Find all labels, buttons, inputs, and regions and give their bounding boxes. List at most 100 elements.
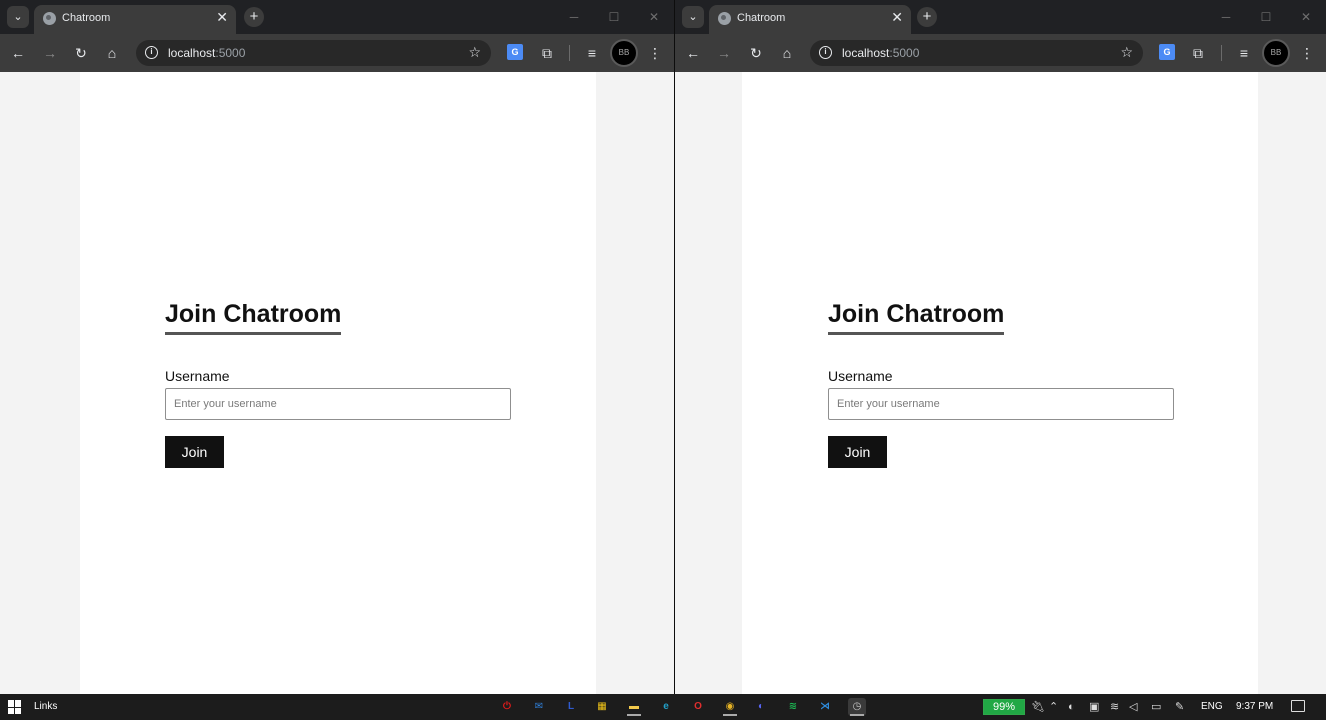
username-input[interactable] — [165, 388, 511, 420]
profile-avatar[interactable]: BB — [610, 39, 638, 67]
site-info-icon[interactable]: i — [819, 46, 832, 59]
join-button[interactable]: Join — [828, 436, 887, 468]
url-text[interactable]: localhost:5000 — [842, 46, 919, 60]
battery-icon[interactable]: ▭ — [1151, 699, 1161, 715]
username-input[interactable] — [828, 388, 1174, 420]
translate-icon[interactable]: G — [1159, 44, 1175, 60]
kebab-menu-icon[interactable]: ⋮ — [645, 43, 665, 63]
site-info-icon[interactable]: i — [145, 46, 158, 59]
home-icon[interactable]: ⌂ — [102, 43, 122, 63]
taskbar: Links ⏻ ✉ L ▦ ▬ e O ◉ ◐ ≋ ⋊ ◷ 99% 🔌︎ ⌃ ◐ ▣ ≋ ◁︎ ▭ ✎… — [0, 694, 1326, 720]
bookmark-star-icon[interactable]: ☆ — [468, 44, 481, 61]
favicon-globe-icon — [718, 12, 731, 25]
tab-chatroom[interactable]: Chatroom ✕ — [34, 5, 236, 34]
browser-window-left: ⌄ Chatroom ✕ + ─ ☐ ✕ ← → ↻ ⌂ i localhost… — [0, 0, 674, 694]
toolbar: ← → ↻ ⌂ i localhost:5000 ☆ G ⧉ ≡ BB ⋮ — [675, 34, 1326, 72]
window-controls: ─ ☐ ✕ — [554, 0, 674, 34]
mail-app-icon[interactable]: ✉ — [530, 698, 548, 716]
discord-icon[interactable]: ◐ — [752, 698, 770, 716]
toolbar: ← → ↻ ⌂ i localhost:5000 ☆ G ⧉ ≡ BB ⋮ — [0, 34, 674, 72]
tab-title: Chatroom — [62, 12, 111, 24]
tab-search-icon[interactable]: ⌄ — [682, 6, 704, 28]
page-viewport: Join Chatroom Username Join — [0, 72, 674, 694]
media-control-icon[interactable]: ≡ — [1234, 43, 1254, 63]
desktop: ⌄ Chatroom ✕ + ─ ☐ ✕ ← → ↻ ⌂ i localhost… — [0, 0, 1326, 720]
forward-icon[interactable]: → — [40, 43, 60, 63]
extensions-icon[interactable]: ⧉ — [1188, 43, 1208, 63]
join-card: Join Chatroom Username Join — [742, 72, 1258, 694]
power-plug-icon: 🔌︎ — [1031, 701, 1045, 713]
tab-search-icon[interactable]: ⌄ — [7, 6, 29, 28]
username-label: Username — [828, 368, 893, 384]
kebab-menu-icon[interactable]: ⋮ — [1297, 43, 1317, 63]
reload-icon[interactable]: ↻ — [746, 43, 766, 63]
display-icon[interactable]: ▣ — [1089, 699, 1099, 715]
back-icon[interactable]: ← — [683, 43, 703, 63]
url-host: localhost — [842, 46, 890, 60]
new-tab-icon[interactable]: + — [917, 7, 937, 27]
profile-avatar[interactable]: BB — [1262, 39, 1290, 67]
join-card: Join Chatroom Username Join — [80, 72, 596, 694]
reload-icon[interactable]: ↻ — [71, 43, 91, 63]
window-close-icon[interactable]: ✕ — [634, 0, 674, 34]
url-port: :5000 — [215, 46, 246, 60]
media-control-icon[interactable]: ≡ — [582, 43, 602, 63]
bookmark-star-icon[interactable]: ☆ — [1120, 44, 1133, 61]
power-app-icon[interactable]: ⏻ — [498, 698, 516, 716]
back-icon[interactable]: ← — [8, 43, 28, 63]
pen-icon[interactable]: ✎ — [1175, 699, 1184, 715]
close-icon[interactable]: ✕ — [216, 9, 228, 25]
windows-start-icon[interactable] — [8, 700, 22, 714]
tab-chatroom[interactable]: Chatroom ✕ — [709, 5, 911, 34]
notification-icon[interactable] — [1291, 700, 1305, 712]
username-label: Username — [165, 368, 230, 384]
url-port: :5000 — [889, 46, 920, 60]
url-host: localhost — [168, 46, 216, 60]
l-app-icon[interactable]: L — [562, 698, 580, 716]
spotify-icon[interactable]: ≋ — [784, 698, 802, 716]
page-title: Join Chatroom — [828, 299, 1005, 335]
new-tab-icon[interactable]: + — [244, 7, 264, 27]
page-title: Join Chatroom — [165, 299, 342, 335]
window-controls: ─ ☐ ✕ — [1206, 0, 1326, 34]
maximize-icon[interactable]: ☐ — [594, 0, 634, 34]
toolbar-separator — [1221, 45, 1222, 61]
minimize-icon[interactable]: ─ — [554, 0, 594, 34]
volume-icon[interactable]: ◁︎ — [1129, 699, 1137, 715]
battery-indicator[interactable]: 99% — [983, 699, 1025, 715]
clock[interactable]: 9:37 PM — [1236, 701, 1273, 712]
forward-icon[interactable]: → — [714, 43, 734, 63]
tab-title: Chatroom — [737, 12, 786, 24]
address-bar[interactable]: i localhost:5000 ☆ — [810, 40, 1143, 66]
favicon-globe-icon — [43, 12, 56, 25]
language-indicator[interactable]: ENG — [1201, 701, 1223, 712]
chrome-icon[interactable]: ◉ — [721, 698, 739, 716]
address-bar[interactable]: i localhost:5000 ☆ — [136, 40, 491, 66]
discord-tray-icon[interactable]: ◐ — [1068, 699, 1075, 715]
running-indicator — [850, 714, 864, 716]
edge-icon[interactable]: e — [657, 698, 675, 716]
window-close-icon[interactable]: ✕ — [1286, 0, 1326, 34]
opera-icon[interactable]: O — [689, 698, 707, 716]
file-explorer-icon[interactable]: ▬ — [625, 698, 643, 716]
url-text[interactable]: localhost:5000 — [168, 46, 245, 60]
running-indicator — [627, 714, 641, 716]
join-button[interactable]: Join — [165, 436, 224, 468]
running-indicator — [723, 714, 737, 716]
tab-strip: ⌄ Chatroom ✕ + ─ ☐ ✕ — [675, 0, 1326, 34]
vscode-icon[interactable]: ⋊ — [816, 698, 834, 716]
chevron-up-icon[interactable]: ⌃ — [1049, 699, 1058, 715]
toolbar-separator — [569, 45, 570, 61]
extensions-icon[interactable]: ⧉ — [537, 43, 557, 63]
maximize-icon[interactable]: ☐ — [1246, 0, 1286, 34]
clock-app-icon[interactable]: ◷ — [848, 698, 866, 716]
wifi-icon[interactable]: ≋ — [1110, 699, 1119, 715]
calendar-app-icon[interactable]: ▦ — [593, 698, 611, 716]
home-icon[interactable]: ⌂ — [777, 43, 797, 63]
page-viewport: Join Chatroom Username Join — [675, 72, 1326, 694]
translate-icon[interactable]: G — [507, 44, 523, 60]
minimize-icon[interactable]: ─ — [1206, 0, 1246, 34]
tab-strip: ⌄ Chatroom ✕ + ─ ☐ ✕ — [0, 0, 674, 34]
close-icon[interactable]: ✕ — [891, 9, 903, 25]
links-toolbar[interactable]: Links — [34, 701, 57, 712]
